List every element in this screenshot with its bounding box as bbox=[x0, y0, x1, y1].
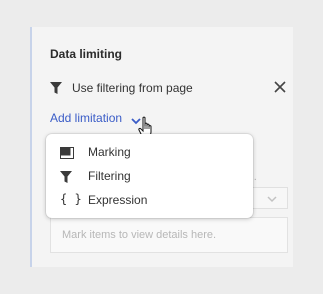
menu-item-marking[interactable]: Marking bbox=[46, 140, 253, 164]
close-icon[interactable] bbox=[272, 79, 288, 95]
menu-item-label: Expression bbox=[88, 193, 148, 207]
faded-select bbox=[252, 187, 288, 209]
add-limitation-button[interactable]: Add limitation bbox=[50, 111, 122, 125]
details-box: Mark items to view details here. bbox=[50, 217, 288, 253]
marking-icon bbox=[60, 146, 74, 159]
details-placeholder: Mark items to view details here. bbox=[62, 229, 217, 241]
filter-icon bbox=[60, 170, 74, 183]
menu-item-expression[interactable]: { } Expression bbox=[46, 188, 253, 212]
filter-row: Use filtering from page bbox=[50, 78, 290, 98]
add-limitation-menu: Marking Filtering { } Expression bbox=[46, 134, 253, 218]
filter-label: Use filtering from page bbox=[72, 81, 193, 95]
menu-item-label: Marking bbox=[88, 145, 131, 159]
menu-item-label: Filtering bbox=[88, 169, 131, 183]
section-title: Data limiting bbox=[50, 47, 123, 61]
filter-icon bbox=[50, 81, 62, 94]
braces-icon: { } bbox=[60, 192, 82, 206]
menu-item-filtering[interactable]: Filtering bbox=[46, 164, 253, 188]
